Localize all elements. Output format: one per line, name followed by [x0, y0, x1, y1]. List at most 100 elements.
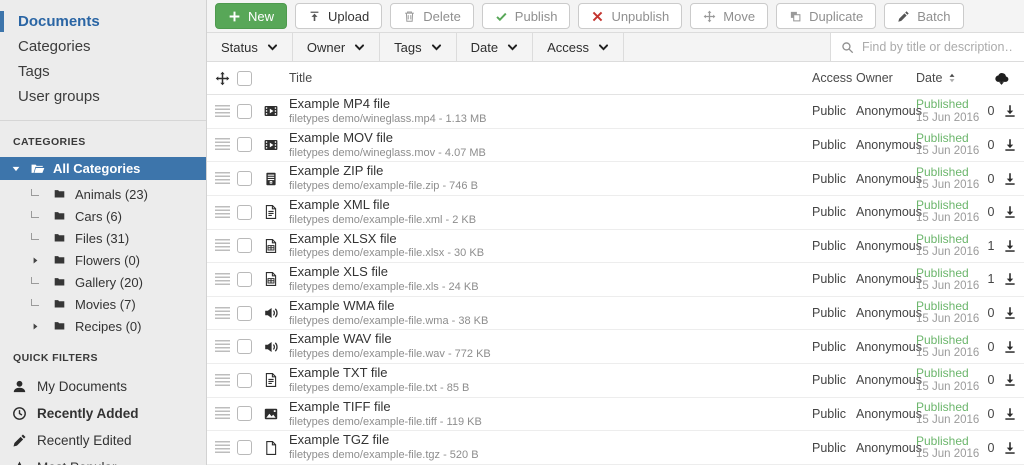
row-checkbox[interactable] [237, 205, 252, 220]
table-row[interactable]: Example ZIP file filetypes demo/example-… [207, 162, 1024, 196]
x-icon [591, 10, 604, 23]
cloud-download-icon [993, 71, 1010, 86]
download-icon[interactable] [1003, 239, 1017, 253]
nav-item[interactable]: Documents [0, 9, 206, 34]
nav-item-label: Categories [18, 38, 91, 55]
caret-down-icon[interactable] [11, 164, 21, 174]
toolbar-button[interactable]: Move [690, 3, 768, 29]
download-count: 0 [982, 407, 1000, 421]
row-checkbox[interactable] [237, 306, 252, 321]
nav-item[interactable]: User groups [0, 84, 206, 109]
toolbar-button[interactable]: Delete [390, 3, 474, 29]
download-icon[interactable] [1003, 306, 1017, 320]
owner-value: Anonymous [856, 407, 916, 421]
table-row[interactable]: Example TIFF file filetypes demo/example… [207, 398, 1024, 432]
category-tree-item[interactable]: Movies (7) [0, 293, 206, 315]
filter-dropdown[interactable]: Access [533, 33, 624, 61]
toolbar-button[interactable]: Upload [295, 3, 382, 29]
drag-handle-icon[interactable] [215, 374, 230, 387]
row-checkbox[interactable] [237, 272, 252, 287]
tree-corner-icon [31, 233, 39, 240]
toolbar-button[interactable]: New [215, 3, 287, 29]
filter-dropdown[interactable]: Tags [380, 33, 456, 61]
drag-handle-icon[interactable] [215, 239, 230, 252]
caret-right-icon[interactable] [31, 322, 40, 331]
folder-icon [53, 188, 66, 200]
header-date[interactable]: Date [916, 71, 982, 85]
row-checkbox[interactable] [237, 440, 252, 455]
table-row[interactable]: Example TXT file filetypes demo/example-… [207, 364, 1024, 398]
drag-handle-icon[interactable] [215, 407, 230, 420]
owner-value: Anonymous [856, 272, 916, 286]
table-row[interactable]: Example WAV file filetypes demo/example-… [207, 330, 1024, 364]
filter-bar: Status Owner Tags Date [207, 33, 1024, 62]
row-checkbox[interactable] [237, 406, 252, 421]
header-owner: Owner [856, 71, 916, 85]
table-row[interactable]: Example MP4 file filetypes demo/wineglas… [207, 95, 1024, 129]
drag-handle-icon[interactable] [215, 340, 230, 353]
drag-handle-icon[interactable] [215, 105, 230, 118]
table-row[interactable]: Example XLS file filetypes demo/example-… [207, 263, 1024, 297]
category-tree: Animals (23) Cars (6) Files (31) [0, 183, 206, 337]
table-row[interactable]: Example MOV file filetypes demo/wineglas… [207, 129, 1024, 163]
category-tree-item[interactable]: Animals (23) [0, 183, 206, 205]
nav-item[interactable]: Tags [0, 59, 206, 84]
nav-item[interactable]: Categories [0, 34, 206, 59]
main-nav: Documents Categories Tags User groups [0, 9, 206, 109]
drag-handle-icon[interactable] [215, 138, 230, 151]
download-icon[interactable] [1003, 104, 1017, 118]
quick-filter-item[interactable]: Recently Edited [0, 427, 206, 454]
toolbar-button[interactable]: Duplicate [776, 3, 876, 29]
row-checkbox[interactable] [237, 137, 252, 152]
drag-handle-icon[interactable] [215, 206, 230, 219]
quick-filter-label: Most Popular [37, 460, 117, 465]
move-icon[interactable] [215, 71, 230, 86]
table-row[interactable]: Example TGZ file filetypes demo/example-… [207, 431, 1024, 465]
toolbar-button[interactable]: Batch [884, 3, 963, 29]
clock-icon [12, 406, 27, 421]
row-checkbox[interactable] [237, 104, 252, 119]
move-icon [703, 10, 716, 23]
download-icon[interactable] [1003, 373, 1017, 387]
quick-filter-label: Recently Added [37, 406, 139, 421]
toolbar-button[interactable]: Unpublish [578, 3, 682, 29]
download-icon[interactable] [1003, 407, 1017, 421]
sheet-file-icon [263, 238, 279, 254]
filter-dropdown[interactable]: Owner [293, 33, 380, 61]
folder-icon [53, 320, 66, 332]
table-row[interactable]: Example XLSX file filetypes demo/example… [207, 230, 1024, 264]
access-value: Public [812, 172, 856, 186]
category-tree-item[interactable]: Gallery (20) [0, 271, 206, 293]
category-tree-item[interactable]: Cars (6) [0, 205, 206, 227]
category-tree-item[interactable]: Files (31) [0, 227, 206, 249]
quick-filter-item[interactable]: Most Popular [0, 454, 206, 465]
download-icon[interactable] [1003, 172, 1017, 186]
quick-filter-item[interactable]: My Documents [0, 373, 206, 400]
row-checkbox[interactable] [237, 373, 252, 388]
row-checkbox[interactable] [237, 339, 252, 354]
row-checkbox[interactable] [237, 171, 252, 186]
download-icon[interactable] [1003, 340, 1017, 354]
category-tree-item[interactable]: Flowers (0) [0, 249, 206, 271]
toolbar-button[interactable]: Publish [482, 3, 571, 29]
document-title: Example XLSX file [289, 232, 812, 247]
filter-dropdown[interactable]: Date [457, 33, 533, 61]
category-tree-item[interactable]: Recipes (0) [0, 315, 206, 337]
download-icon[interactable] [1003, 272, 1017, 286]
download-icon[interactable] [1003, 205, 1017, 219]
row-checkbox[interactable] [237, 238, 252, 253]
search-input[interactable] [862, 40, 1014, 54]
select-all-checkbox[interactable] [237, 71, 252, 86]
download-icon[interactable] [1003, 138, 1017, 152]
drag-handle-icon[interactable] [215, 273, 230, 286]
drag-handle-icon[interactable] [215, 172, 230, 185]
table-row[interactable]: Example XML file filetypes demo/example-… [207, 196, 1024, 230]
quick-filter-item[interactable]: Recently Added [0, 400, 206, 427]
download-icon[interactable] [1003, 441, 1017, 455]
drag-handle-icon[interactable] [215, 307, 230, 320]
caret-right-icon[interactable] [31, 256, 40, 265]
drag-handle-icon[interactable] [215, 441, 230, 454]
filter-dropdown[interactable]: Status [207, 33, 293, 61]
tree-item-all-categories[interactable]: All Categories [0, 157, 206, 180]
table-row[interactable]: Example WMA file filetypes demo/example-… [207, 297, 1024, 331]
